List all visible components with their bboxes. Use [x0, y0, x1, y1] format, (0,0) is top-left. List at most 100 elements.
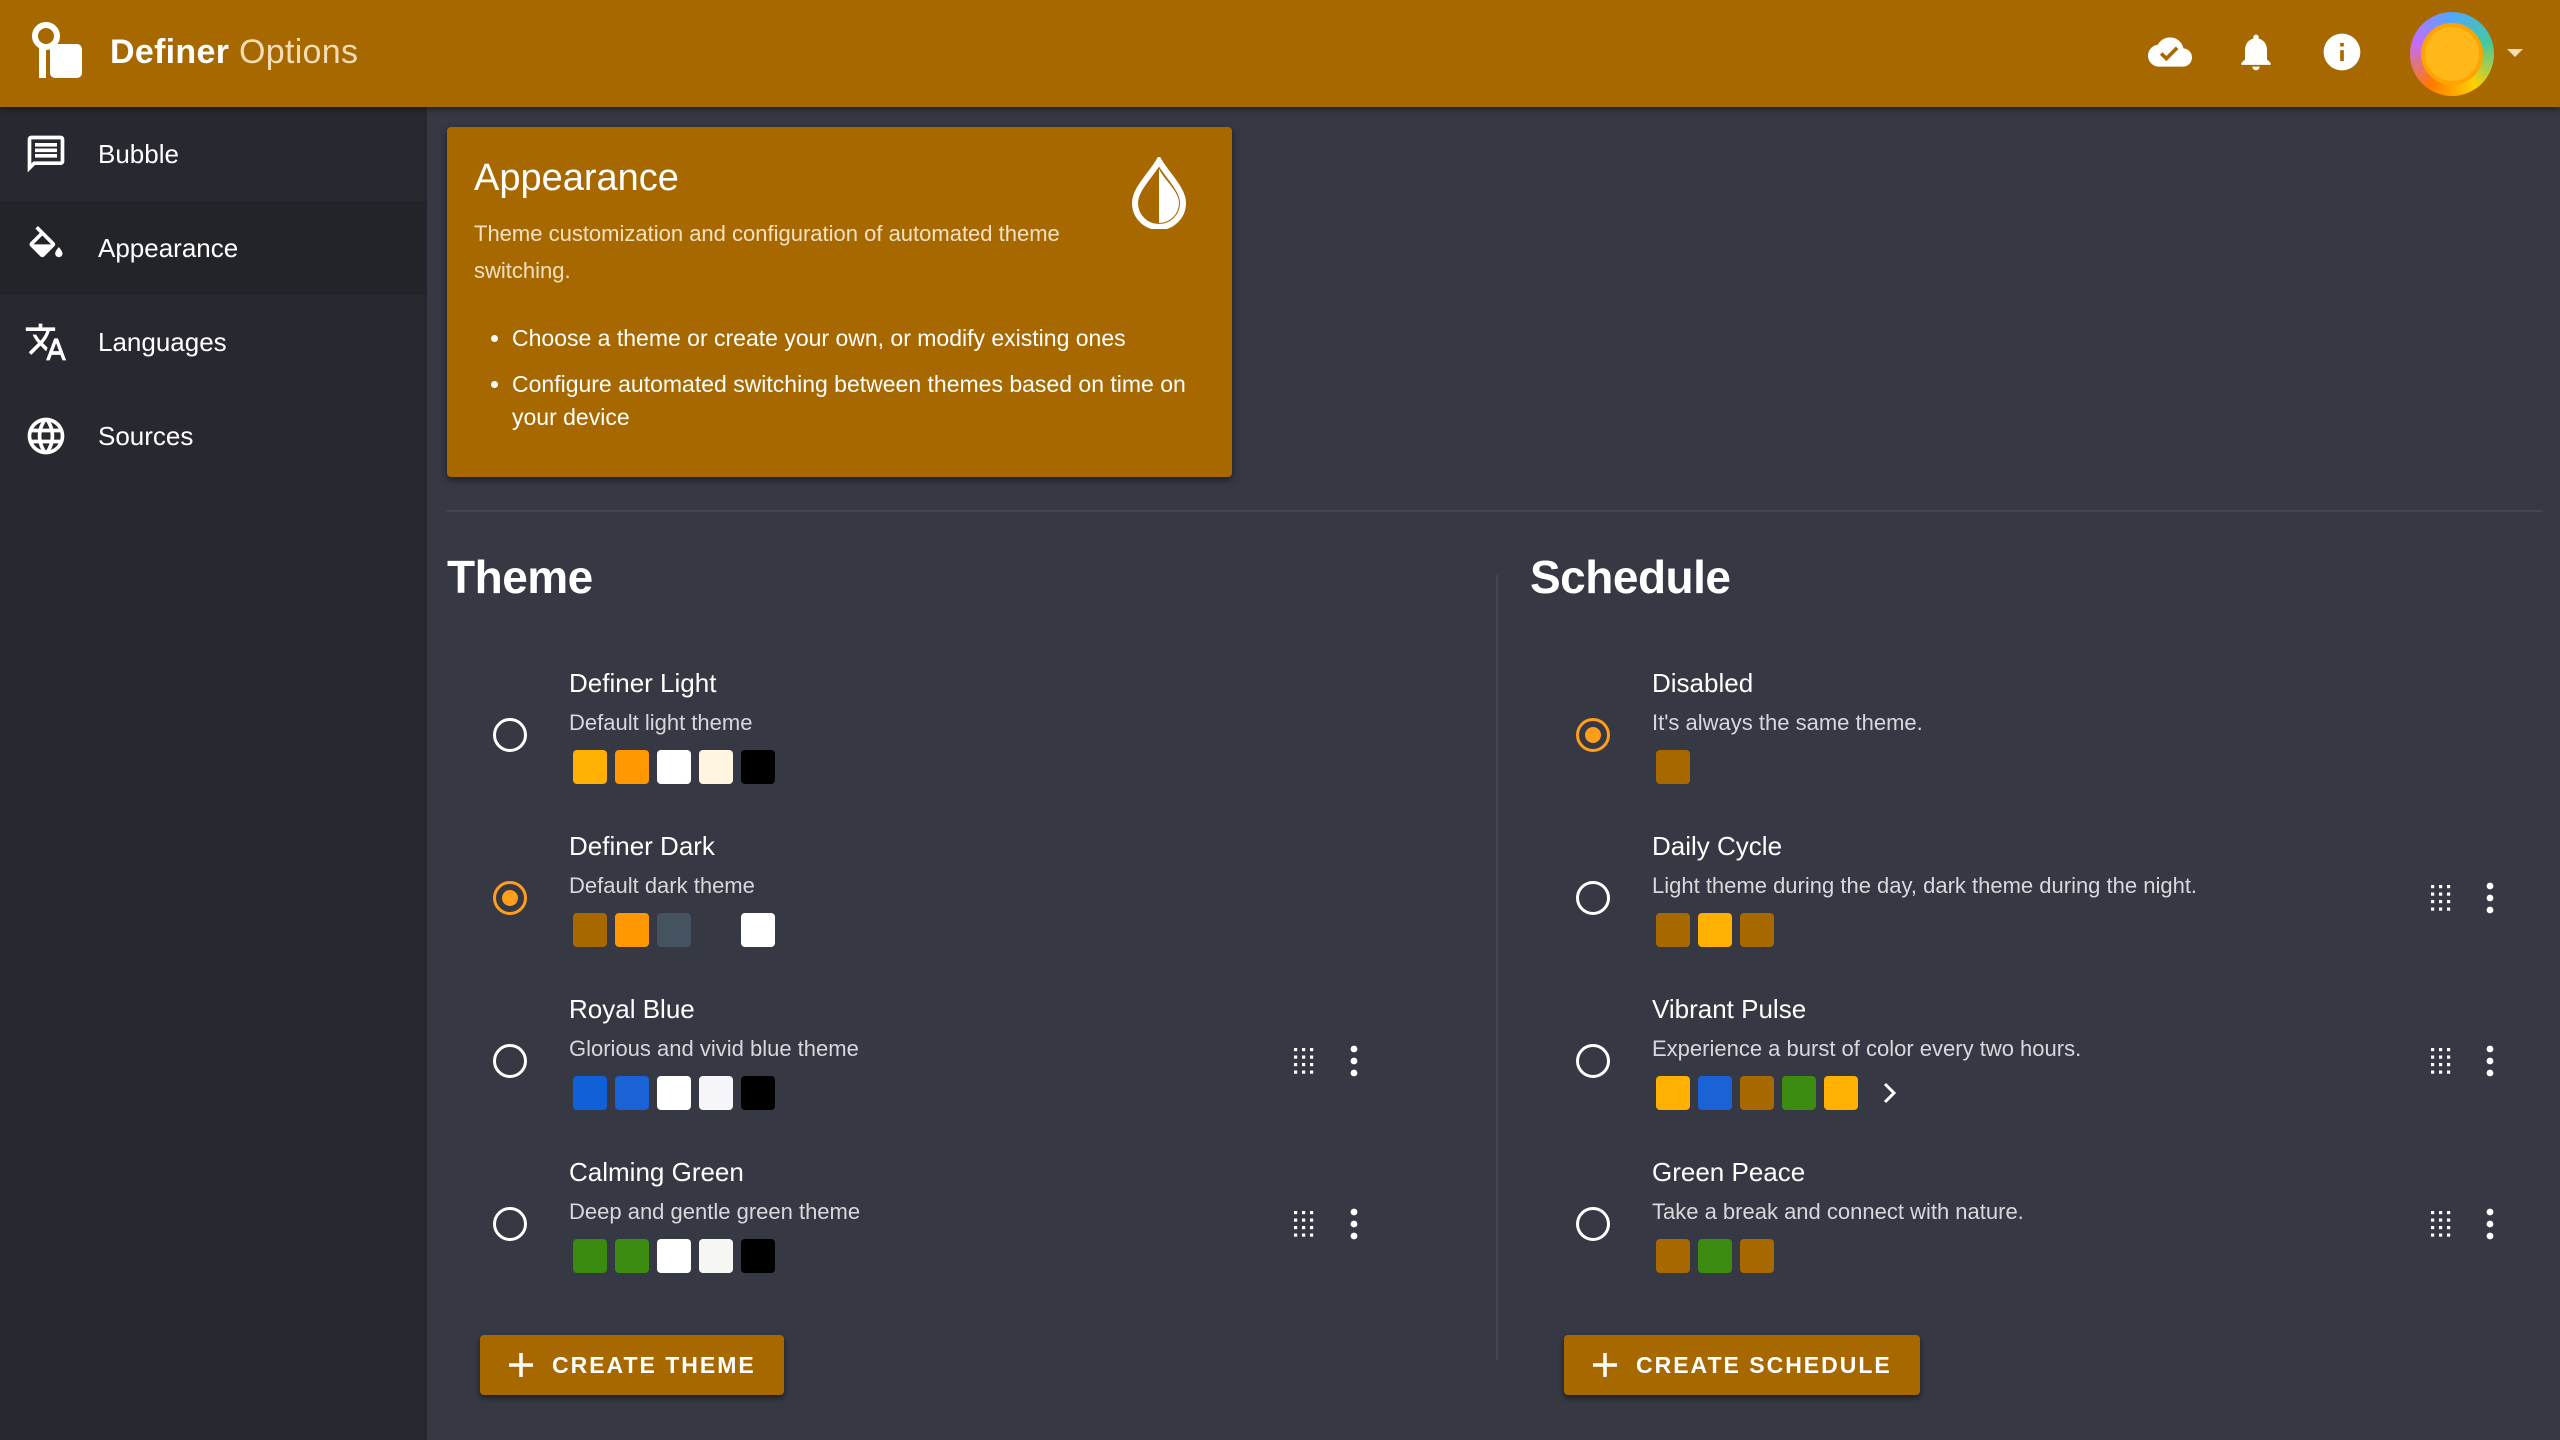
schedule-name: Green Peace — [1652, 1157, 1806, 1187]
color-swatch — [1698, 1239, 1732, 1273]
translate-icon — [25, 323, 67, 361]
card-bullet: Choose a theme or create your own, or mo… — [512, 322, 1212, 355]
schedule-item-disabled[interactable]: Disabled It's always the same theme. — [1546, 660, 2506, 810]
color-swatch — [573, 1239, 607, 1273]
chevron-down-icon[interactable] — [2505, 46, 2525, 60]
color-swatch — [615, 750, 649, 784]
app-title-sub: Options — [239, 33, 359, 71]
color-swatch — [741, 1076, 775, 1110]
theme-radio[interactable] — [493, 718, 527, 752]
color-swatch — [615, 1239, 649, 1273]
color-swatch — [615, 1076, 649, 1110]
theme-item-royal-blue[interactable]: Royal Blue Glorious and vivid blue theme — [463, 986, 1423, 1136]
plus-icon — [509, 1353, 533, 1377]
schedule-section-title: Schedule — [1530, 551, 1731, 603]
color-swatch — [1740, 1239, 1774, 1273]
theme-item-definer-light[interactable]: Definer Light Default light theme — [463, 660, 1423, 810]
sidebar-item-label: Bubble — [98, 138, 179, 169]
color-swatches — [573, 1076, 783, 1110]
more-vert-icon[interactable] — [2477, 881, 2503, 915]
color-swatch — [741, 750, 775, 784]
color-swatches — [1656, 913, 1782, 947]
more-vert-icon[interactable] — [2477, 1044, 2503, 1078]
definer-logo-icon[interactable] — [30, 22, 84, 80]
drag-handle-icon[interactable] — [2428, 1209, 2454, 1239]
schedule-description: Light theme during the day, dark theme d… — [1652, 873, 2198, 898]
section-divider — [447, 510, 2543, 512]
schedule-radio[interactable] — [1576, 718, 1610, 752]
color-swatch — [657, 913, 691, 947]
sidebar: Bubble Appearance Languages Sources — [0, 107, 427, 1440]
schedule-item-daily-cycle[interactable]: Daily Cycle Light theme during the day, … — [1546, 823, 2506, 973]
color-swatches — [1656, 750, 1698, 784]
user-avatar[interactable] — [2410, 12, 2494, 96]
color-swatch — [657, 1239, 691, 1273]
color-swatch — [573, 750, 607, 784]
theme-item-calming-green[interactable]: Calming Green Deep and gentle green them… — [463, 1149, 1423, 1299]
chevron-right-icon[interactable] — [1876, 1080, 1902, 1106]
color-swatch — [699, 1076, 733, 1110]
create-theme-button[interactable]: CREATE THEME — [480, 1335, 784, 1395]
color-swatch — [1656, 750, 1690, 784]
color-swatches — [1656, 1076, 1902, 1110]
theme-name: Definer Light — [569, 668, 717, 698]
color-swatch — [1698, 913, 1732, 947]
color-swatch — [657, 750, 691, 784]
color-swatch — [615, 913, 649, 947]
cloud-done-icon[interactable] — [2148, 30, 2192, 74]
color-swatch — [741, 1239, 775, 1273]
theme-description: Deep and gentle green theme — [569, 1199, 861, 1224]
schedule-radio[interactable] — [1576, 1207, 1610, 1241]
sidebar-item-bubble[interactable]: Bubble — [0, 107, 427, 201]
create-schedule-button[interactable]: CREATE SCHEDULE — [1564, 1335, 1920, 1395]
info-icon[interactable] — [2320, 30, 2364, 74]
more-vert-icon[interactable] — [2477, 1207, 2503, 1241]
drag-handle-icon[interactable] — [2428, 883, 2454, 913]
drag-handle-icon[interactable] — [1291, 1046, 1317, 1076]
sidebar-item-languages[interactable]: Languages — [0, 295, 427, 389]
sidebar-item-sources[interactable]: Sources — [0, 389, 427, 483]
theme-name: Definer Dark — [569, 831, 715, 861]
color-swatch — [741, 913, 775, 947]
theme-name: Calming Green — [569, 1157, 744, 1187]
theme-item-definer-dark[interactable]: Definer Dark Default dark theme — [463, 823, 1423, 973]
theme-name: Royal Blue — [569, 994, 695, 1024]
app-title: Definer Options — [110, 30, 358, 74]
color-swatch — [1782, 1076, 1816, 1110]
theme-radio[interactable] — [493, 1207, 527, 1241]
color-swatches — [573, 750, 783, 784]
schedule-item-green-peace[interactable]: Green Peace Take a break and connect wit… — [1546, 1149, 2506, 1299]
schedule-name: Vibrant Pulse — [1652, 994, 1807, 1024]
schedule-item-vibrant-pulse[interactable]: Vibrant Pulse Experience a burst of colo… — [1546, 986, 2506, 1136]
drag-handle-icon[interactable] — [2428, 1046, 2454, 1076]
more-vert-icon[interactable] — [1341, 1207, 1367, 1241]
color-swatch — [1656, 1239, 1690, 1273]
avatar-inner — [2421, 23, 2483, 85]
schedule-radio[interactable] — [1576, 881, 1610, 915]
schedule-radio[interactable] — [1576, 1044, 1610, 1078]
bell-icon[interactable] — [2234, 30, 2278, 74]
theme-radio[interactable] — [493, 1044, 527, 1078]
color-swatches — [573, 913, 783, 947]
sidebar-item-label: Sources — [98, 420, 194, 451]
theme-description: Default light theme — [569, 710, 753, 735]
sidebar-item-appearance[interactable]: Appearance — [0, 201, 427, 295]
column-divider — [1496, 575, 1498, 1360]
color-swatch — [573, 1076, 607, 1110]
theme-radio[interactable] — [493, 881, 527, 915]
color-swatch — [1740, 1076, 1774, 1110]
globe-icon — [27, 417, 65, 455]
color-swatch — [1698, 1076, 1732, 1110]
schedule-description: It's always the same theme. — [1652, 710, 1923, 735]
color-swatch — [1656, 913, 1690, 947]
app-title-main: Definer — [110, 33, 230, 71]
card-bullet: Configure automated switching between th… — [512, 368, 1212, 434]
color-swatch — [657, 1076, 691, 1110]
color-swatch — [1824, 1076, 1858, 1110]
water-drop-icon — [1131, 157, 1187, 229]
schedule-description: Experience a burst of color every two ho… — [1652, 1036, 2082, 1061]
paint-bucket-icon — [29, 226, 63, 258]
drag-handle-icon[interactable] — [1291, 1209, 1317, 1239]
color-swatch — [699, 1239, 733, 1273]
more-vert-icon[interactable] — [1341, 1044, 1367, 1078]
